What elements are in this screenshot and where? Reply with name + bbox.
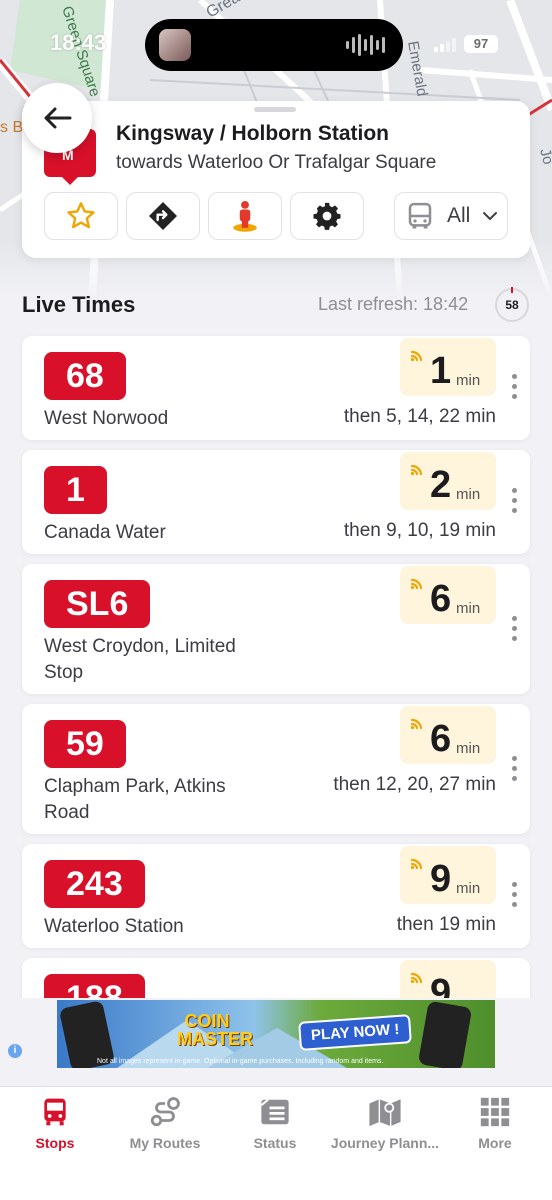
destination: Canada Water (44, 522, 166, 543)
eta-box: 9 min (400, 846, 496, 904)
eta-minutes: 2 (430, 464, 452, 506)
arrow-left-icon (44, 107, 72, 129)
route-badge: 243 (44, 860, 145, 908)
route-badge: 68 (44, 352, 126, 400)
arrivals-list[interactable]: 68 West Norwood 1 min then 5, 14, 22 min… (0, 0, 552, 1000)
following-times: then 12, 20, 27 min (333, 774, 496, 795)
eta-unit: min (456, 486, 481, 503)
bus-icon (38, 1095, 72, 1129)
eta-minutes: 1 (430, 350, 452, 392)
eta-box: 2 min (400, 452, 496, 510)
eta-minutes: 9 (430, 858, 452, 900)
arrival-row[interactable]: 188 9 (22, 958, 530, 1000)
ad-fine-print: Not all images represent in-game. Option… (97, 1058, 384, 1065)
tab-label: Status (253, 1135, 297, 1151)
tab-journey-planner[interactable]: Journey Plann... (330, 1095, 440, 1151)
following-times: then 5, 14, 22 min (343, 406, 496, 427)
tab-stops[interactable]: Stops (0, 1095, 110, 1151)
tab-label: My Routes (129, 1135, 201, 1151)
arrival-row[interactable]: 1 Canada Water 2 min then 9, 10, 19 min (22, 450, 530, 554)
eta-unit: min (456, 880, 481, 897)
eta-minutes: 6 (430, 718, 452, 760)
eta-unit: min (456, 740, 481, 757)
ad-banner[interactable]: COIN MASTER PLAY NOW ! Not all images re… (57, 1000, 495, 1068)
more-options-icon[interactable] (512, 374, 518, 399)
more-options-icon[interactable] (512, 616, 518, 641)
live-signal-icon (410, 350, 423, 362)
eta-unit: min (456, 372, 481, 389)
following-times: then 19 min (396, 914, 496, 935)
eta-box: 1 min (400, 338, 496, 396)
status-icon (258, 1095, 292, 1129)
destination: West Croydon, Limited Stop (44, 636, 236, 683)
live-signal-icon (410, 578, 423, 590)
more-options-icon[interactable] (512, 488, 518, 513)
live-signal-icon (410, 972, 423, 984)
ad-info-icon[interactable]: i (8, 1044, 22, 1058)
eta-minutes: 6 (430, 578, 452, 620)
arrival-row[interactable]: SL6 West Croydon, Limited Stop 6 min (22, 564, 530, 694)
arrival-row[interactable]: 68 West Norwood 1 min then 5, 14, 22 min (22, 336, 530, 440)
route-badge: SL6 (44, 580, 151, 628)
tab-more[interactable]: More (440, 1095, 550, 1151)
live-signal-icon (410, 858, 423, 870)
tab-bar: Stops My Routes Status Journey Plann... … (0, 1086, 552, 1200)
route-badge: 59 (44, 720, 126, 768)
tab-label: Stops (35, 1135, 75, 1151)
tab-status[interactable]: Status (220, 1095, 330, 1151)
ad-area: i COIN MASTER PLAY NOW ! Not all images … (0, 998, 552, 1086)
grid-icon (478, 1095, 512, 1129)
eta-box: 6 min (400, 566, 496, 624)
tab-label: More (478, 1135, 512, 1151)
destination: Waterloo Station (44, 916, 184, 937)
more-options-icon[interactable] (512, 756, 518, 781)
destination: Clapham Park, Atkins Road (44, 776, 226, 823)
live-signal-icon (410, 718, 423, 730)
eta-unit: min (456, 600, 481, 617)
arrival-row[interactable]: 243 Waterloo Station 9 min then 19 min (22, 844, 530, 948)
back-button[interactable] (22, 83, 92, 153)
eta-minutes: 9 (430, 972, 452, 1000)
more-options-icon[interactable] (512, 882, 518, 907)
journey-map-icon (368, 1095, 402, 1129)
live-signal-icon (410, 464, 423, 476)
route-badge: 1 (44, 466, 107, 514)
ad-logo: COIN MASTER (177, 1011, 253, 1049)
eta-box: 6 min (400, 706, 496, 764)
arrival-row[interactable]: 59 Clapham Park, Atkins Road 6 min then … (22, 704, 530, 834)
tab-my-routes[interactable]: My Routes (110, 1095, 220, 1151)
following-times: then 9, 10, 19 min (343, 520, 496, 541)
route-icon (148, 1095, 182, 1129)
destination: West Norwood (44, 408, 169, 429)
tab-label: Journey Plann... (330, 1135, 440, 1151)
route-badge: 188 (44, 974, 145, 1000)
eta-box: 9 (400, 960, 496, 1000)
